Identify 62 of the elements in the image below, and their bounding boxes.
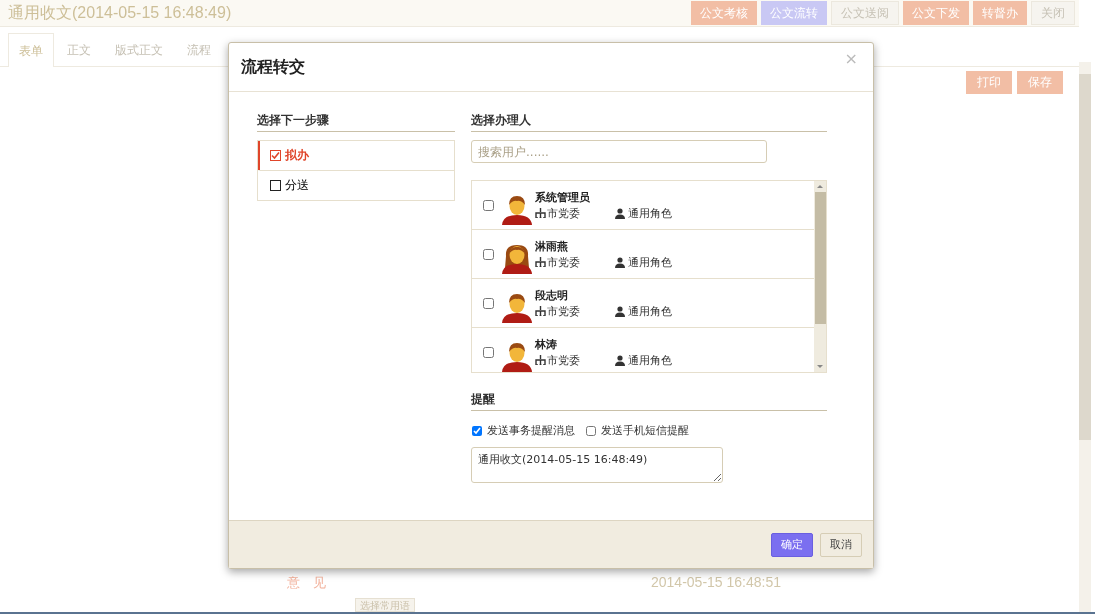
checkbox[interactable] — [483, 199, 494, 211]
step-item[interactable]: 分送 — [258, 170, 454, 200]
checkbox[interactable] — [483, 248, 494, 260]
role-label: 通用角色 — [628, 303, 672, 319]
person-icon — [615, 207, 625, 219]
tab[interactable]: 版式正文 — [104, 33, 174, 66]
avatar-icon — [500, 193, 534, 225]
role-label: 通用角色 — [628, 205, 672, 221]
person-icon — [615, 354, 625, 366]
form-button[interactable]: 打印 — [966, 71, 1012, 94]
avatar-icon — [500, 340, 534, 372]
department-label: 市党委 — [547, 205, 580, 221]
section-title: 选择办理人 — [471, 112, 827, 132]
user-name: 系统管理员 — [535, 189, 591, 205]
avatar-icon — [500, 291, 534, 323]
page-title: 通用收文(2014-05-15 16:48:49) — [8, 2, 232, 23]
close-button[interactable]: × — [841, 49, 861, 68]
dialog-button[interactable]: 确定 — [771, 532, 813, 557]
checkbox[interactable] — [483, 297, 494, 309]
role-label: 通用角色 — [628, 254, 672, 270]
tab[interactable]: 流程 — [176, 33, 222, 66]
org-icon — [535, 355, 546, 365]
option-label: 发送手机短信提醒 — [601, 423, 689, 438]
tab[interactable]: 表单 — [8, 33, 54, 67]
user-name: 淋雨燕 — [535, 238, 569, 254]
checkbox[interactable] — [483, 346, 494, 358]
step-item[interactable]: 拟办 — [258, 141, 454, 170]
checkbox[interactable] — [586, 425, 596, 436]
department-label: 市党委 — [547, 254, 580, 270]
org-icon — [535, 208, 546, 218]
avatar-icon — [500, 242, 534, 274]
checkbox[interactable] — [270, 150, 281, 161]
form-button[interactable]: 保存 — [1017, 71, 1063, 94]
checkbox[interactable] — [472, 425, 482, 436]
message-field[interactable]: 通用收文(2014-05-15 16:48:49) — [471, 447, 723, 483]
user-name: 林涛 — [535, 336, 558, 352]
person-icon — [615, 305, 625, 317]
section-title: 选择下一步骤 — [257, 112, 455, 132]
timestamp: 2014-05-15 16:48:51 — [651, 574, 781, 592]
action-button[interactable]: 转督办 — [973, 1, 1027, 25]
scrollbar[interactable] — [1079, 62, 1091, 612]
section-title: 提醒 — [471, 391, 827, 411]
opinion-label: 意 见 — [287, 574, 326, 592]
search-field[interactable]: 搜索用户...... — [471, 140, 767, 163]
step-label: 拟办 — [285, 147, 309, 164]
person-icon — [615, 256, 625, 268]
department-label: 市党委 — [547, 352, 580, 368]
step-label: 分送 — [285, 177, 309, 194]
dialog-title: 流程转交 — [241, 56, 305, 78]
checkbox[interactable] — [270, 180, 281, 191]
org-icon — [535, 257, 546, 267]
dialog-button[interactable]: 取消 — [820, 532, 862, 557]
action-button[interactable]: 公文考核 — [691, 1, 757, 25]
org-icon — [535, 306, 546, 316]
tab[interactable]: 正文 — [56, 33, 102, 66]
role-label: 通用角色 — [628, 352, 672, 368]
action-button[interactable]: 关闭 — [1031, 1, 1075, 25]
scrollbar[interactable] — [814, 181, 826, 372]
option-label: 发送事务提醒消息 — [487, 423, 575, 438]
user-name: 段志明 — [535, 287, 569, 303]
department-label: 市党委 — [547, 303, 580, 319]
action-button[interactable]: 公文下发 — [903, 1, 969, 25]
